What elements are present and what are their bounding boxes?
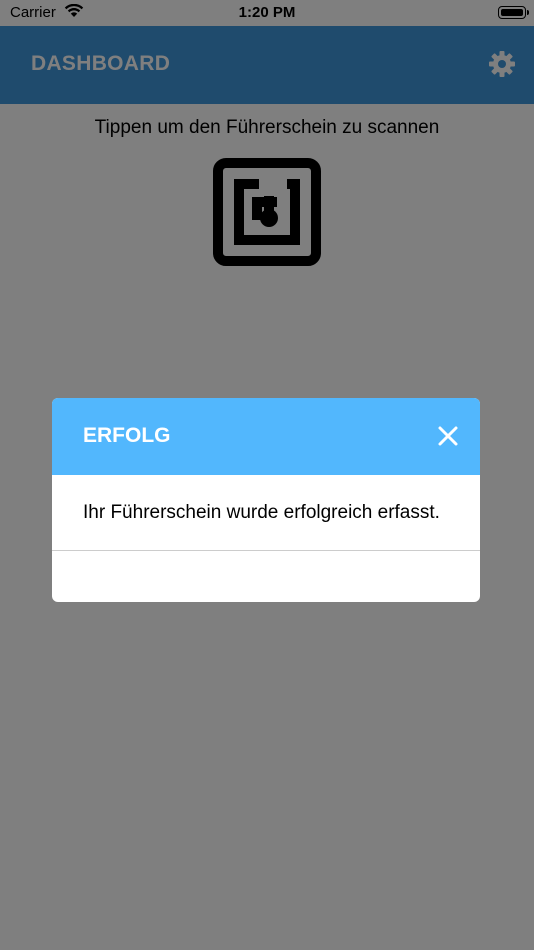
success-dialog: ERFOLG Ihr Führerschein wurde erfolgreic… xyxy=(52,398,480,602)
close-icon[interactable] xyxy=(436,424,460,448)
dialog-title: ERFOLG xyxy=(83,424,171,447)
dialog-message: Ihr Führerschein wurde erfolgreich erfas… xyxy=(83,502,440,523)
dialog-footer xyxy=(52,551,480,602)
dialog-header: ERFOLG xyxy=(52,398,480,475)
